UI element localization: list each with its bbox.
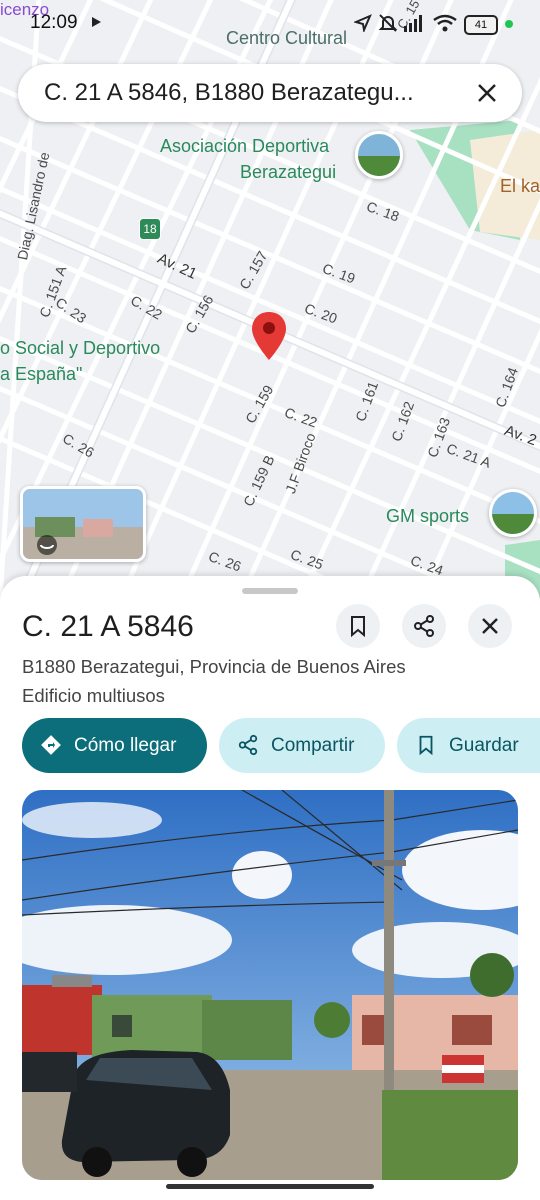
poi-label[interactable]: a España"	[0, 364, 82, 385]
share-label: Compartir	[271, 735, 355, 756]
location-arrow-icon	[354, 14, 372, 32]
close-sheet-button[interactable]	[468, 604, 512, 648]
save-button[interactable]: Guardar	[397, 718, 540, 773]
search-query[interactable]: C. 21 A 5846, B1880 Berazategu...	[44, 79, 414, 107]
place-title: C. 21 A 5846	[22, 610, 194, 643]
place-address: B1880 Berazategui, Provincia de Buenos A…	[22, 656, 406, 677]
place-category: Edificio multiusos	[22, 685, 165, 706]
poi-label[interactable]: GM sports	[386, 506, 469, 527]
directions-button[interactable]: Cómo llegar	[22, 718, 207, 773]
street-view-thumbnail[interactable]	[20, 486, 146, 562]
save-label: Guardar	[449, 735, 519, 756]
close-icon	[482, 618, 498, 634]
share-button[interactable]: Compartir	[219, 718, 385, 773]
status-time: 12:09	[30, 12, 78, 33]
place-sheet[interactable]: C. 21 A 5846 B1880 Berazategui, Provinci…	[0, 576, 540, 1200]
status-bar: 12:09 41	[0, 0, 540, 44]
status-dot	[505, 20, 513, 28]
share-icon	[414, 615, 434, 637]
share-icon	[238, 734, 258, 756]
save-icon-button[interactable]	[336, 604, 380, 648]
poi-label[interactable]: El ka	[500, 176, 540, 197]
poi-photo-thumbnail[interactable]	[355, 131, 403, 179]
close-icon[interactable]	[472, 78, 502, 108]
street-view-photo[interactable]	[22, 790, 518, 1180]
poi-label[interactable]: Asociación Deportiva	[160, 136, 329, 157]
search-bar[interactable]: C. 21 A 5846, B1880 Berazategu...	[18, 64, 522, 122]
directions-icon	[41, 735, 61, 755]
bell-off-icon	[378, 14, 398, 32]
bookmark-icon	[419, 735, 433, 756]
gesture-bar[interactable]	[166, 1184, 374, 1189]
wifi-icon	[433, 14, 457, 32]
route-shield: 18	[139, 218, 161, 240]
bookmark-icon	[351, 616, 365, 638]
drag-handle[interactable]	[242, 588, 298, 594]
poi-label[interactable]: Berazategui	[240, 162, 336, 183]
signal-icon	[404, 15, 422, 32]
poi-photo-thumbnail[interactable]	[489, 489, 537, 537]
share-icon-button[interactable]	[402, 604, 446, 648]
poi-label[interactable]: o Social y Deportivo	[0, 338, 160, 359]
navigation-arrow-icon	[92, 17, 101, 27]
battery-icon: 41	[464, 15, 498, 35]
directions-label: Cómo llegar	[74, 735, 177, 756]
